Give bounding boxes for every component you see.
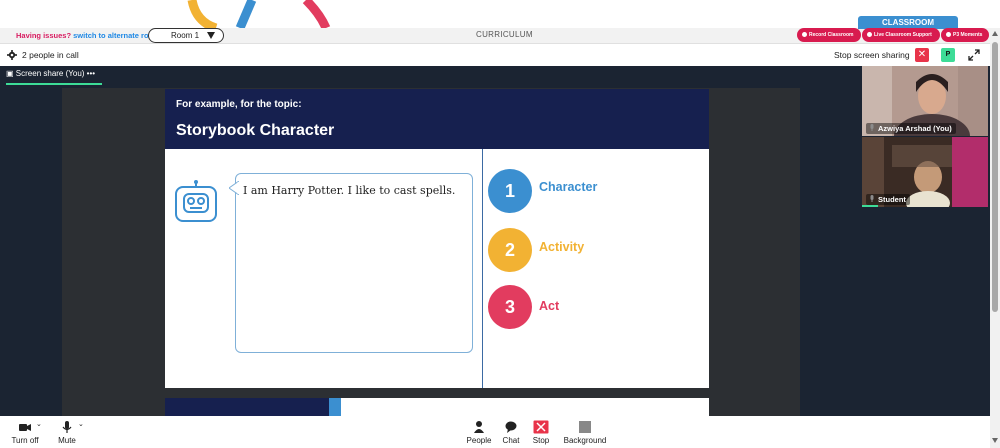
participant-name: Azwiya Arshad (You) <box>866 123 956 134</box>
screen-share-tab[interactable]: ▣ Screen share (You) ••• <box>6 69 95 78</box>
step-1-badge: 1 <box>488 169 532 213</box>
participant-tiles: Azwiya Arshad (You) Student <box>862 66 990 416</box>
support-icon <box>867 32 872 37</box>
step-1-label: Character <box>539 180 598 194</box>
active-tab-indicator <box>6 83 102 85</box>
stop-sharing-close-button[interactable]: ✕ <box>915 48 929 62</box>
slide-subtitle: For example, for the topic: <box>176 99 302 110</box>
people-count: 2 people in call <box>22 50 79 60</box>
step-3-label: Act <box>539 299 560 313</box>
call-header: 2 people in call Stop screen sharing ✕ P <box>0 45 990 66</box>
microphone-icon <box>62 421 72 433</box>
record-icon <box>802 32 807 37</box>
camera-options-caret[interactable]: ⌄ <box>36 420 42 428</box>
screen-share-tabbar: ▣ Screen share (You) ••• <box>0 66 990 86</box>
room-selector[interactable]: Room 1 <box>148 28 224 43</box>
background-icon <box>579 421 591 433</box>
step-3-badge: 3 <box>488 285 532 329</box>
issues-prefix: Having issues? <box>16 31 72 40</box>
app-window: Having issues? switch to alternate room … <box>0 0 1000 448</box>
stop-sharing-label[interactable]: Stop screen sharing <box>834 50 910 60</box>
expand-icon[interactable] <box>968 49 980 61</box>
people-icon <box>474 421 484 433</box>
next-slide-preview <box>165 398 709 416</box>
slide-header: For example, for the topic: Storybook Ch… <box>165 89 709 149</box>
step-2-label: Activity <box>539 240 585 254</box>
chat-icon <box>505 421 517 433</box>
people-button[interactable]: People <box>464 420 494 445</box>
call-toolbar: Turn off ⌄ Mute ⌄ People Chat Stop Backg… <box>0 416 990 448</box>
alternate-room-link[interactable]: switch to alternate room <box>73 31 160 40</box>
profile-avatar[interactable]: P <box>941 48 955 62</box>
scroll-up-icon[interactable] <box>992 31 998 36</box>
speaking-indicator <box>862 205 878 207</box>
background-button[interactable]: Background <box>560 420 610 445</box>
robot-icon <box>175 180 217 222</box>
page-scrollbar[interactable] <box>990 28 1000 448</box>
gear-icon[interactable] <box>7 50 17 60</box>
caret-down-icon <box>207 32 215 39</box>
speech-bubble <box>235 173 473 353</box>
step-2-badge: 2 <box>488 228 532 272</box>
speech-bubble-text: I am Harry Potter. I like to cast spells… <box>243 184 456 197</box>
record-classroom-button[interactable]: Record Classroom <box>797 28 861 42</box>
moments-icon <box>946 32 951 37</box>
slide-divider <box>482 149 483 388</box>
chat-button[interactable]: Chat <box>500 420 522 445</box>
p3-moments-button[interactable]: P3 Moments <box>941 28 989 42</box>
brand-logo <box>187 0 331 28</box>
participant-name: Student <box>866 194 910 205</box>
presentation-slide: For example, for the topic: Storybook Ch… <box>165 89 709 388</box>
slide-title: Storybook Character <box>176 122 335 139</box>
screen-share-icon: ▣ <box>6 69 14 78</box>
next-slide-accent <box>329 398 341 416</box>
scroll-down-icon[interactable] <box>992 438 998 443</box>
curriculum-label[interactable]: CURRICULUM <box>476 30 533 39</box>
issues-notice: Having issues? switch to alternate room <box>16 31 160 40</box>
next-slide-header <box>165 398 329 416</box>
camera-icon <box>19 424 31 431</box>
participant-tile[interactable]: Azwiya Arshad (You) <box>862 66 988 136</box>
participant-tile[interactable]: Student <box>862 137 988 207</box>
mute-button[interactable]: Mute <box>54 420 80 445</box>
more-options-icon[interactable]: ••• <box>87 69 95 78</box>
scroll-thumb[interactable] <box>992 42 998 312</box>
stop-share-button[interactable]: Stop <box>530 420 552 445</box>
live-support-button[interactable]: Live Classroom Support <box>862 28 940 42</box>
room-label: Room 1 <box>171 31 200 40</box>
mic-options-caret[interactable]: ⌄ <box>78 420 84 428</box>
stop-share-icon <box>533 420 549 434</box>
close-icon: ✕ <box>917 49 927 60</box>
speech-bubble-tail <box>229 181 239 195</box>
